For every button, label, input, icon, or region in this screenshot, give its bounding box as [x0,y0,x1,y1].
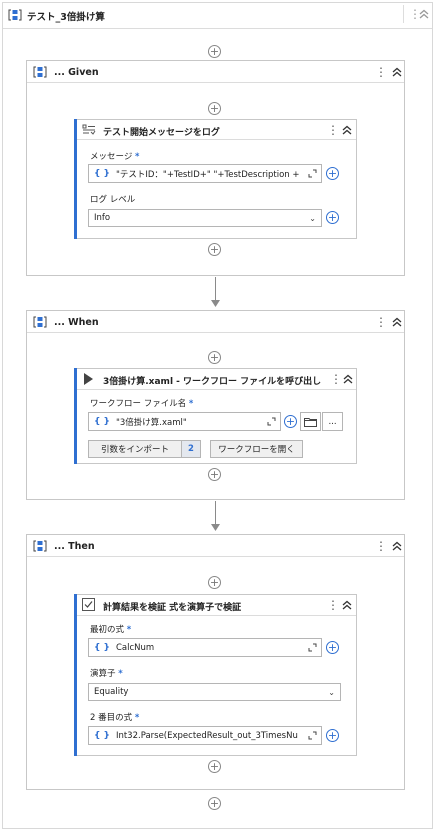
add-activity-icon[interactable]: + [208,468,221,481]
browse-folder-button[interactable] [300,412,321,431]
level-plus-icon[interactable]: + [326,211,339,224]
sequence-icon [33,540,47,552]
operator-value: Equality [94,687,129,697]
root-title: テスト_3倍掛け算 [27,12,105,23]
expression-icon: { } [94,168,110,179]
open-workflow-button[interactable]: ワークフローを開く [210,440,303,458]
then-collapse-icon[interactable] [391,541,403,551]
invoke-collapse-icon[interactable] [342,374,354,384]
message-value: "テストID："+TestID+" "+TestDescription + [115,169,300,180]
first-plus-icon[interactable]: + [326,641,339,654]
then-more-icon[interactable]: ⋮ [375,540,387,552]
then-title: ... Then [54,541,95,552]
sequence-icon [33,316,47,328]
log-more-icon[interactable]: ⋮ [327,124,339,136]
expression-icon: { } [94,416,110,427]
given-more-icon[interactable]: ⋮ [375,66,387,78]
chevron-down-icon: ⌄ [328,687,335,697]
import-arguments-button[interactable]: 引数をインポート [88,440,182,458]
invoke-activity-title: 3倍掛け算.xaml - ワークフロー ファイルを呼び出し [103,377,322,387]
chevron-down-icon: ⌄ [309,213,316,223]
second-expression-label: 2 番目の式 * [90,713,140,723]
checkbox-icon [82,598,95,611]
then-header-line [27,556,404,557]
invoke-more-icon[interactable]: ⋮ [330,373,342,385]
expand-editor-icon[interactable] [308,169,317,178]
given-header-line [27,82,404,83]
second-expression-field[interactable]: { } Int32.Parse(ExpectedResult_out_3Time… [88,726,322,745]
root-collapse-icon[interactable] [418,9,430,19]
workflow-file-field[interactable]: { } "3倍掛け算.xaml" [88,412,281,431]
log-header-line [77,139,356,140]
when-header-line [27,332,404,333]
log-message-icon [82,124,96,135]
header-divider [403,5,404,23]
when-title: ... When [54,317,99,328]
argument-count-badge: 2 [182,440,201,458]
message-field[interactable]: { } "テストID："+TestID+" "+TestDescription … [88,164,322,183]
verify-collapse-icon[interactable] [341,600,353,610]
when-more-icon[interactable]: ⋮ [375,316,387,328]
level-label: ログ レベル [90,195,136,205]
expression-icon: { } [94,642,110,653]
log-level-select[interactable]: Info ⌄ [88,209,322,227]
log-collapse-icon[interactable] [341,125,353,135]
flow-connector [215,277,216,302]
add-activity-icon[interactable]: + [208,102,221,115]
activity-accent [74,368,77,464]
first-expression-field[interactable]: { } CalcNum [88,638,322,657]
add-activity-icon[interactable]: + [208,351,221,364]
first-expression-value: CalcNum [115,642,155,653]
operator-select[interactable]: Equality ⌄ [88,683,341,701]
root-header-line [3,28,432,29]
add-activity-icon[interactable]: + [208,45,221,58]
play-icon [84,373,93,385]
add-activity-icon[interactable]: + [208,797,221,810]
log-activity-title: テスト開始メッセージをログ [103,128,220,138]
sequence-icon [8,9,22,21]
verify-activity-title: 計算結果を検証 式を演算子で検証 [103,603,242,613]
second-expression-value: Int32.Parse(ExpectedResult_out_3TimesNu [115,730,298,741]
expression-icon: { } [94,730,110,741]
activity-accent [74,594,77,756]
sequence-icon [33,66,47,78]
verify-header-line [77,615,356,616]
verify-more-icon[interactable]: ⋮ [327,599,339,611]
expand-editor-icon[interactable] [308,731,317,740]
operator-label: 演算子 * [90,669,123,679]
file-label: ワークフロー ファイル名 * [90,399,194,409]
browse-options-button[interactable]: ... [322,412,343,431]
expand-editor-icon[interactable] [308,643,317,652]
message-plus-icon[interactable]: + [326,167,339,180]
expand-editor-icon[interactable] [267,417,276,426]
file-plus-icon[interactable]: + [284,415,297,428]
log-level-value: Info [94,213,111,223]
given-title: ... Given [54,67,99,78]
folder-icon [304,417,317,427]
add-activity-icon[interactable]: + [208,576,221,589]
add-activity-icon[interactable]: + [208,760,221,773]
second-plus-icon[interactable]: + [326,729,339,742]
workflow-file-value: "3倍掛け算.xaml" [115,417,187,428]
flow-connector [215,501,216,526]
add-activity-icon[interactable]: + [208,243,221,256]
first-expression-label: 最初の式 * [90,625,132,635]
arrow-down-icon [211,300,220,307]
when-collapse-icon[interactable] [391,317,403,327]
invoke-header-line [77,389,356,390]
message-label: メッセージ * [90,152,140,162]
arrow-down-icon [211,524,220,531]
activity-accent [74,119,77,239]
given-collapse-icon[interactable] [391,67,403,77]
